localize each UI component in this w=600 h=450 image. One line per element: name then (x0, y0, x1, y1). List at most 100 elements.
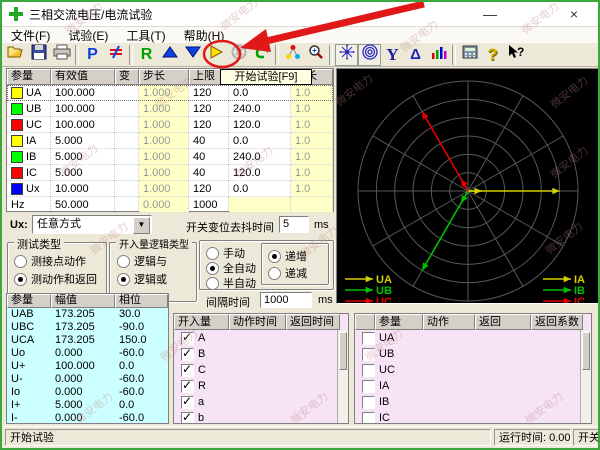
param-cell: IC (375, 412, 423, 424)
param-limit-cell[interactable]: 120 (189, 181, 229, 197)
help-button[interactable]: ? (481, 44, 504, 66)
param-vary-cell[interactable] (115, 85, 139, 101)
action-row: IC (355, 410, 591, 424)
param-limit-cell[interactable]: 120 (189, 85, 229, 101)
wye-connection-button[interactable]: Y (381, 44, 404, 66)
start-test-button[interactable] (204, 44, 227, 66)
param-vary-cell[interactable] (115, 133, 139, 149)
delta-connection-button[interactable]: Δ (404, 44, 427, 66)
param-phase-cell[interactable]: 0.0 (229, 181, 291, 197)
param-limit-cell[interactable]: 1000 (189, 197, 229, 213)
param-value-cell[interactable]: 100.000 (51, 85, 115, 101)
checkbox[interactable] (362, 396, 375, 409)
sunburst-view-button[interactable] (335, 44, 358, 66)
param-value-cell[interactable]: 10.000 (51, 181, 115, 197)
checkbox[interactable] (362, 348, 375, 361)
radio-icon (206, 247, 219, 260)
minimize-button[interactable]: — (476, 4, 504, 24)
step-down-button[interactable] (181, 44, 204, 66)
param-value-cell[interactable]: 100.000 (51, 117, 115, 133)
param-limit-cell[interactable]: 40 (189, 165, 229, 181)
radio-manual[interactable]: 手动 (206, 245, 245, 261)
checkbox[interactable] (181, 348, 194, 361)
param-phase-cell[interactable]: 120.0 (229, 117, 291, 133)
checkbox[interactable] (362, 332, 375, 345)
step-up-button[interactable] (158, 44, 181, 66)
param-vary-cell[interactable] (115, 149, 139, 165)
checkbox[interactable] (181, 332, 194, 345)
polar-view-button[interactable] (358, 44, 381, 66)
param-limit-cell[interactable]: 120 (189, 117, 229, 133)
param-limit-cell[interactable]: 120 (189, 101, 229, 117)
vector-nodes-button[interactable] (281, 44, 304, 66)
input-table-scrollbar[interactable] (337, 330, 348, 423)
undo-button[interactable] (250, 44, 273, 66)
scrollbar-thumb[interactable] (582, 332, 590, 370)
checkbox[interactable] (362, 380, 375, 393)
reset-button[interactable]: R (135, 44, 158, 66)
radio-logic-and[interactable]: 逻辑与 (117, 253, 167, 269)
measure-cell: 173.205 (51, 308, 115, 321)
ux-mode-combobox[interactable]: 任意方式 ▼ (32, 215, 152, 234)
stop-button[interactable] (227, 44, 250, 66)
param-value-cell[interactable]: 5.000 (51, 133, 115, 149)
menu-file[interactable]: 文件(F) (2, 27, 59, 44)
interval-input[interactable]: 1000 (260, 292, 312, 308)
param-vary-cell[interactable] (115, 101, 139, 117)
menu-test[interactable]: 试验(E) (59, 27, 117, 44)
checkbox[interactable] (362, 364, 375, 377)
scrollbar-thumb[interactable] (339, 332, 347, 370)
print-button[interactable] (50, 44, 73, 66)
param-phase-cell[interactable]: 240.0 (229, 101, 291, 117)
param-phase-cell[interactable]: 240.0 (229, 149, 291, 165)
radio-increase[interactable]: 递增 (268, 248, 307, 264)
param-limit-cell[interactable]: 40 (189, 133, 229, 149)
action-table-scrollbar[interactable] (580, 330, 591, 423)
checkbox[interactable] (362, 412, 375, 425)
chevron-down-icon[interactable]: ▼ (133, 217, 150, 234)
radio-logic-or[interactable]: 逻辑或 (117, 271, 167, 287)
param-phase-cell[interactable]: 0.0 (229, 85, 291, 101)
column-header: 返回时间 (286, 314, 340, 330)
window-title: 三相交流电压/电流试验 (29, 6, 152, 23)
measure-cell: UBC (7, 321, 51, 334)
param-vary-cell[interactable] (115, 197, 139, 213)
checkbox[interactable] (181, 412, 194, 425)
close-button[interactable]: × (560, 4, 588, 24)
zoom-button[interactable] (304, 44, 327, 66)
param-vary-cell[interactable] (115, 165, 139, 181)
column-header: 返回 (475, 314, 531, 330)
start-test-tooltip: 开始试验[F9] (220, 69, 312, 85)
checkbox[interactable] (181, 396, 194, 409)
open-button[interactable] (4, 44, 27, 66)
radio-action-return[interactable]: 测动作和返回 (14, 271, 97, 287)
context-help-button[interactable]: ? (504, 44, 527, 66)
param-value-cell[interactable]: 5.000 (51, 165, 115, 181)
param-value-cell[interactable]: 5.000 (51, 149, 115, 165)
param-phase-cell[interactable]: 120.0 (229, 165, 291, 181)
save-button[interactable] (27, 44, 50, 66)
unbalance-button[interactable] (104, 44, 127, 66)
play-icon (208, 44, 224, 65)
checkbox[interactable] (181, 380, 194, 393)
menu-tools[interactable]: 工具(T) (117, 27, 174, 44)
radio-contact-action[interactable]: 测接点动作 (14, 253, 86, 269)
debounce-input[interactable]: 5 (279, 216, 309, 233)
checkbox[interactable] (181, 364, 194, 377)
param-phase-cell[interactable]: 0.0 (229, 133, 291, 149)
menu-help[interactable]: 帮助(H) (175, 27, 234, 44)
param-vary-cell[interactable] (115, 117, 139, 133)
column-header: 参量 (7, 294, 51, 308)
param-value-cell[interactable]: 50.000 (51, 197, 115, 213)
phase-button[interactable]: P (81, 44, 104, 66)
radio-full-auto[interactable]: 全自动 (206, 260, 256, 276)
param-phase-cell[interactable] (229, 197, 291, 213)
param-limit-cell[interactable]: 40 (189, 149, 229, 165)
param-vary-cell[interactable] (115, 181, 139, 197)
radio-semi-auto[interactable]: 半自动 (206, 275, 256, 291)
calculator-button[interactable] (458, 44, 481, 66)
param-value-cell[interactable]: 100.000 (51, 101, 115, 117)
harmonics-button[interactable] (427, 44, 450, 66)
checkbox-cell (355, 412, 375, 425)
radio-decrease[interactable]: 递减 (268, 265, 307, 281)
